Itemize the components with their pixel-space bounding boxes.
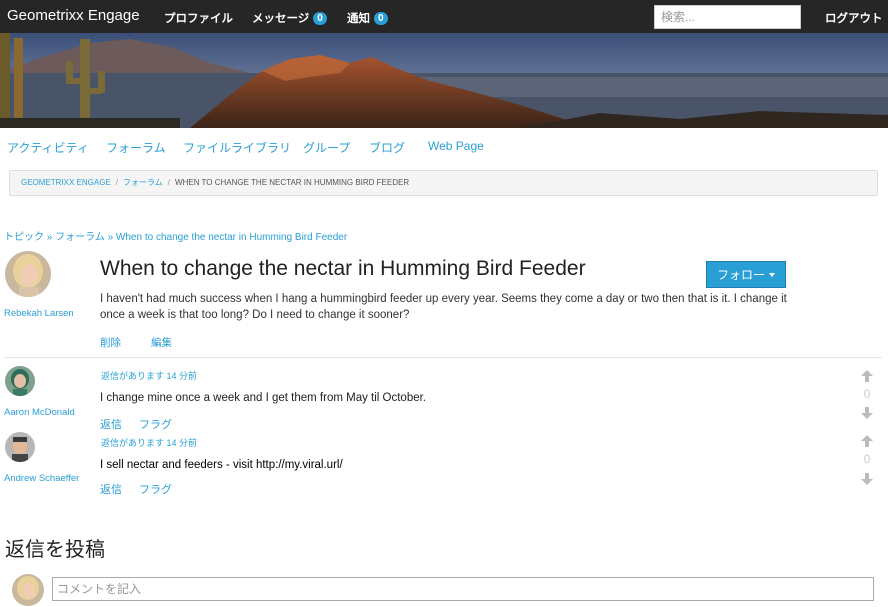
andrew-avatar-image — [5, 432, 35, 462]
arrow-down-icon[interactable] — [860, 406, 874, 420]
tab-blog[interactable]: ブログ — [369, 139, 405, 156]
breadcrumb-current: WHEN TO CHANGE THE NECTAR IN HUMMING BIR… — [175, 178, 410, 187]
reply-avatar[interactable] — [5, 432, 35, 462]
reply-timestamp: 返信があります 14 分前 — [101, 371, 198, 381]
caret-down-icon — [769, 273, 775, 277]
logout-link[interactable]: ログアウト — [825, 10, 883, 26]
brand-link[interactable]: Geometrixx Engage — [7, 7, 140, 24]
follow-button-label: フォロー — [716, 268, 765, 282]
current-user-avatar — [12, 574, 44, 606]
notifications-count-badge: 0 — [374, 12, 388, 25]
topic-body: I haven't had much success when I hang a… — [100, 293, 787, 321]
search-input[interactable] — [654, 5, 801, 29]
reply-avatar[interactable] — [5, 366, 35, 396]
comment-input[interactable] — [52, 577, 874, 601]
nav-profile[interactable]: プロファイル — [164, 10, 233, 26]
reply-text: I change mine once a week and I get them… — [100, 392, 426, 404]
arrow-up-icon[interactable] — [860, 434, 874, 448]
reply-button[interactable]: 返信 — [100, 481, 122, 497]
nav-messages-label: メッセージ — [252, 13, 310, 25]
tab-web-page[interactable]: Web Page — [428, 139, 484, 153]
tab-activity[interactable]: アクティビティ — [7, 139, 89, 156]
post-reply-heading: 返信を投稿 — [5, 539, 105, 561]
author-avatar[interactable] — [5, 251, 51, 297]
flag-button[interactable]: フラグ — [139, 416, 172, 432]
divider — [4, 357, 882, 358]
edit-link[interactable]: 編集 — [151, 335, 172, 350]
breadcrumb-separator: / — [167, 178, 171, 187]
aaron-avatar-image — [5, 366, 35, 396]
breadcrumb-forum[interactable]: フォーラム — [123, 178, 163, 187]
messages-count-badge: 0 — [313, 12, 327, 25]
arrow-up-icon[interactable] — [860, 369, 874, 383]
follow-button[interactable]: フォロー — [706, 261, 786, 288]
breadcrumb-home[interactable]: GEOMETRIXX ENGAGE — [21, 178, 111, 187]
topic-trail-link[interactable]: トピック » フォーラム » When to change the nectar… — [4, 228, 347, 243]
reply-author-name[interactable]: Andrew Schaeffer — [4, 473, 79, 484]
arrow-down-icon[interactable] — [860, 472, 874, 486]
delete-link[interactable]: 削除 — [100, 335, 121, 350]
topic-title: When to change the nectar in Humming Bir… — [100, 257, 586, 280]
tab-groups[interactable]: グループ — [303, 139, 350, 156]
reply-author-name[interactable]: Aaron McDonald — [4, 407, 75, 418]
nav-messages[interactable]: メッセージ 0 — [252, 10, 327, 26]
vote-count: 0 — [863, 452, 871, 466]
rebekah-avatar-image — [5, 251, 51, 297]
hero-banner — [0, 33, 888, 128]
breadcrumb-separator: / — [115, 178, 119, 187]
nav-notifications-label: 通知 — [347, 13, 370, 25]
tab-file-library[interactable]: ファイルライブラリ — [183, 139, 291, 156]
topic-author-name[interactable]: Rebekah Larsen — [4, 308, 74, 319]
reply-text: I sell nectar and feeders - visit http:/… — [100, 459, 343, 471]
breadcrumb: GEOMETRIXX ENGAGE / フォーラム / WHEN TO CHANGE T… — [9, 170, 878, 196]
desert-landscape-image — [0, 33, 888, 128]
nav-notifications[interactable]: 通知 0 — [347, 10, 388, 26]
flag-button[interactable]: フラグ — [139, 481, 172, 497]
vote-count: 0 — [863, 387, 871, 401]
reply-button[interactable]: 返信 — [100, 416, 122, 432]
tab-forum[interactable]: フォーラム — [106, 139, 166, 156]
top-navbar: Geometrixx Engage プロファイル メッセージ0 通知0 ログアウ… — [0, 0, 888, 33]
reply-timestamp: 返信があります 14 分前 — [101, 438, 198, 448]
current-user-avatar-image — [12, 574, 44, 606]
